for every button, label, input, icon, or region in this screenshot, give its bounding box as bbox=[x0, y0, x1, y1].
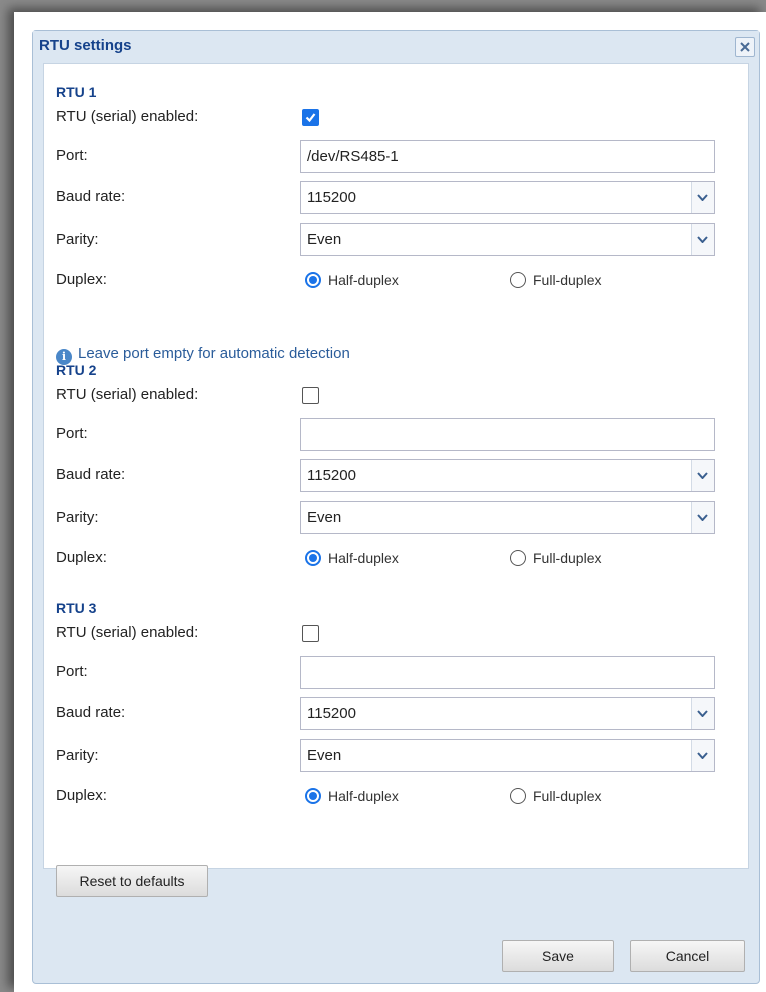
parity-dropdown-trigger[interactable] bbox=[691, 224, 714, 255]
parity-label: Parity: bbox=[56, 509, 99, 526]
baud-rate-label: Baud rate: bbox=[56, 466, 126, 483]
cancel-button[interactable]: Cancel bbox=[630, 940, 745, 972]
port-input[interactable]: /dev/RS485-1 bbox=[300, 140, 715, 173]
rtu-settings-dialog: RTU settings RTU 1 RTU (serial) enabled: P… bbox=[32, 30, 760, 984]
port-input[interactable] bbox=[300, 656, 715, 689]
port-label: Port: bbox=[56, 147, 88, 164]
checkmark-icon bbox=[305, 113, 316, 123]
dialog-title: RTU settings bbox=[39, 37, 132, 54]
full-duplex-label: Full-duplex bbox=[533, 550, 602, 566]
half-duplex-label: Half-duplex bbox=[328, 272, 399, 288]
half-duplex-label: Half-duplex bbox=[328, 788, 399, 804]
full-duplex-label: Full-duplex bbox=[533, 788, 602, 804]
half-duplex-radio[interactable] bbox=[305, 272, 321, 288]
full-duplex-radio[interactable] bbox=[510, 272, 526, 288]
parity-value: Even bbox=[307, 231, 342, 248]
port-label: Port: bbox=[56, 663, 88, 680]
chevron-down-icon bbox=[697, 710, 708, 717]
enabled-checkbox[interactable] bbox=[302, 109, 319, 126]
parity-label: Parity: bbox=[56, 231, 99, 248]
duplex-label: Duplex: bbox=[56, 549, 107, 566]
chevron-down-icon bbox=[697, 194, 708, 201]
close-button[interactable] bbox=[735, 37, 755, 57]
enabled-label: RTU (serial) enabled: bbox=[56, 624, 199, 641]
port-label: Port: bbox=[56, 425, 88, 442]
baud-rate-dropdown-trigger[interactable] bbox=[691, 460, 714, 491]
full-duplex-radio[interactable] bbox=[510, 788, 526, 804]
parity-value: Even bbox=[307, 747, 342, 764]
info-message: i Leave port empty for automatic detectio… bbox=[56, 345, 350, 365]
half-duplex-radio[interactable] bbox=[305, 550, 321, 566]
baud-rate-label: Baud rate: bbox=[56, 188, 126, 205]
baud-rate-value: 115200 bbox=[307, 467, 356, 484]
baud-rate-select[interactable]: 115200 bbox=[300, 181, 715, 214]
rtu-section-3: RTU 3 RTU (serial) enabled: Port: Baud rate… bbox=[44, 580, 748, 850]
baud-rate-dropdown-trigger[interactable] bbox=[691, 182, 714, 213]
baud-rate-value: 115200 bbox=[307, 189, 356, 206]
enabled-label: RTU (serial) enabled: bbox=[56, 108, 199, 125]
rtu-section-2: RTU 2 RTU (serial) enabled: Port: Baud rate… bbox=[44, 342, 748, 612]
full-duplex-label: Full-duplex bbox=[533, 272, 602, 288]
dialog-body: RTU 1 RTU (serial) enabled: Port: /dev/RS48… bbox=[43, 63, 749, 897]
rtu-section-1: RTU 1 RTU (serial) enabled: Port: /dev/RS48… bbox=[44, 64, 748, 334]
parity-value: Even bbox=[307, 509, 342, 526]
enabled-checkbox[interactable] bbox=[302, 387, 319, 404]
full-duplex-radio[interactable] bbox=[510, 550, 526, 566]
half-duplex-label: Half-duplex bbox=[328, 550, 399, 566]
baud-rate-dropdown-trigger[interactable] bbox=[691, 698, 714, 729]
parity-dropdown-trigger[interactable] bbox=[691, 502, 714, 533]
baud-rate-select[interactable]: 115200 bbox=[300, 459, 715, 492]
duplex-label: Duplex: bbox=[56, 787, 107, 804]
dialog-titlebar: RTU settings bbox=[33, 31, 759, 63]
save-button[interactable]: Save bbox=[502, 940, 614, 972]
info-text: Leave port empty for automatic detection bbox=[78, 345, 350, 362]
duplex-label: Duplex: bbox=[56, 271, 107, 288]
baud-rate-label: Baud rate: bbox=[56, 704, 126, 721]
parity-select[interactable]: Even bbox=[300, 223, 715, 256]
parity-select[interactable]: Even bbox=[300, 739, 715, 772]
parity-select[interactable]: Even bbox=[300, 501, 715, 534]
section-title: RTU 3 bbox=[56, 600, 97, 616]
baud-rate-value: 115200 bbox=[307, 705, 356, 722]
info-icon: i bbox=[56, 349, 72, 365]
enabled-label: RTU (serial) enabled: bbox=[56, 386, 199, 403]
parity-label: Parity: bbox=[56, 747, 99, 764]
enabled-checkbox[interactable] bbox=[302, 625, 319, 642]
close-icon bbox=[740, 42, 750, 52]
chevron-down-icon bbox=[697, 236, 708, 243]
section-title: RTU 1 bbox=[56, 84, 97, 100]
half-duplex-radio[interactable] bbox=[305, 788, 321, 804]
reset-defaults-button[interactable]: Reset to defaults bbox=[56, 865, 208, 897]
chevron-down-icon bbox=[697, 472, 708, 479]
port-input[interactable] bbox=[300, 418, 715, 451]
baud-rate-select[interactable]: 115200 bbox=[300, 697, 715, 730]
chevron-down-icon bbox=[697, 514, 708, 521]
parity-dropdown-trigger[interactable] bbox=[691, 740, 714, 771]
chevron-down-icon bbox=[697, 752, 708, 759]
